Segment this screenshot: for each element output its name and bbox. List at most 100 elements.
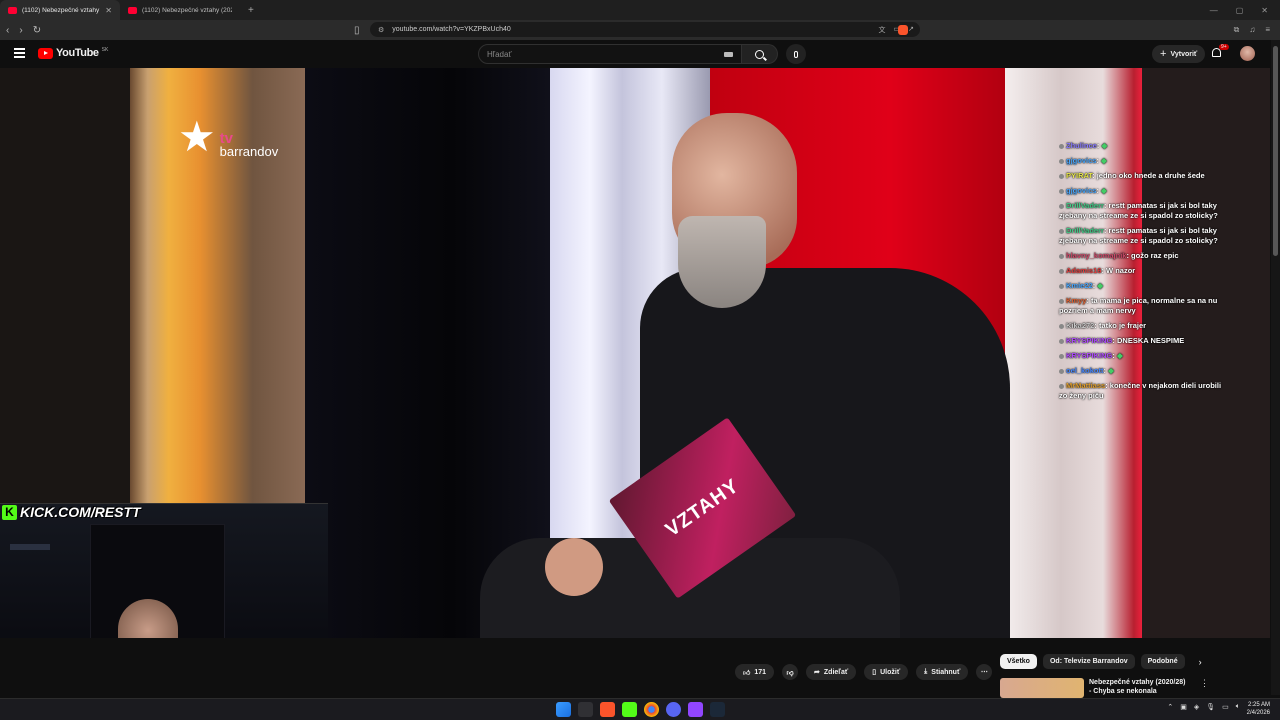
chat-username: PYIRAT xyxy=(1066,171,1093,180)
browser-right-icons: ⧉ ♫ ≡ xyxy=(1234,25,1270,35)
notifications-button[interactable]: 9+ xyxy=(1212,44,1229,58)
thumbs-down-icon: 👎︎ xyxy=(786,669,794,677)
more-vert-icon[interactable]: ⋮ xyxy=(1200,678,1209,698)
create-button[interactable]: + Vytvoriť xyxy=(1152,45,1206,63)
avatar[interactable] xyxy=(1240,46,1255,61)
tray-mic-icon[interactable]: 🎙︎ xyxy=(1206,703,1215,711)
clock-date: 2/4/2026 xyxy=(1246,710,1270,716)
chevron-right-icon[interactable]: › xyxy=(1199,657,1202,667)
more-actions-button[interactable]: ⋯ xyxy=(976,664,993,680)
badge-icon xyxy=(1059,338,1064,344)
chat-message: Kmie22: ◆ xyxy=(1059,281,1229,291)
steam-icon[interactable] xyxy=(710,702,725,717)
voice-search-button[interactable] xyxy=(786,44,806,64)
scrollbar-thumb[interactable] xyxy=(1273,46,1278,256)
tray-display-icon[interactable]: ▭ xyxy=(1222,703,1229,711)
menu-icon[interactable]: ≡ xyxy=(1265,25,1270,35)
badge-icon xyxy=(1059,268,1064,274)
download-button[interactable]: ⤓ Stiahnuť xyxy=(916,664,969,680)
microphone-icon xyxy=(794,50,798,58)
emote-icon: ◆ xyxy=(1117,351,1123,360)
chat-overlay: Zhulince: ◆ gjgovics: ◆ PYIRAT: jedno oko … xyxy=(1059,141,1229,406)
windows-start-icon[interactable] xyxy=(556,702,571,717)
menu-icon[interactable] xyxy=(14,48,25,60)
youtube-favicon-icon xyxy=(128,6,137,14)
chat-message: oel_kokott: ◆ xyxy=(1059,366,1229,376)
minimize-icon[interactable]: — xyxy=(1210,6,1218,15)
media-icon[interactable]: ♫ xyxy=(1249,25,1255,35)
chat-message: KRYSPIKING: ◆ xyxy=(1059,351,1229,361)
chat-username: oel_kokott xyxy=(1066,366,1104,375)
save-button[interactable]: ▯ Uložiť xyxy=(864,664,909,680)
like-button[interactable]: 👍︎ 171 xyxy=(735,664,775,680)
back-icon[interactable]: ‹ xyxy=(6,25,9,36)
chat-username: MrMattiass xyxy=(1066,381,1106,390)
share-button[interactable]: ➦ Zdieľať xyxy=(806,664,857,680)
tray-network-icon[interactable]: ◈ xyxy=(1194,703,1199,711)
page-scrollbar[interactable] xyxy=(1271,40,1280,695)
search-input[interactable]: Hľadať xyxy=(478,44,742,64)
logo-name: barrandov xyxy=(219,144,279,159)
chat-text: W nazor xyxy=(1106,266,1136,275)
extensions-icon[interactable]: ⧉ xyxy=(1234,25,1240,35)
badge-icon xyxy=(1059,158,1064,164)
file-explorer-icon[interactable] xyxy=(578,702,593,717)
site-info-icon[interactable]: ⚙ xyxy=(378,26,384,34)
bookmark-icon[interactable]: ▯ xyxy=(354,25,360,36)
country-code: SK xyxy=(101,47,109,53)
new-tab-icon[interactable]: + xyxy=(240,5,262,16)
maximize-icon[interactable]: ▢ xyxy=(1236,6,1244,15)
youtube-favicon-icon xyxy=(8,6,17,14)
chat-message: Zhulince: ◆ xyxy=(1059,141,1229,151)
chip-all[interactable]: Všetko xyxy=(1000,654,1037,669)
chip-related[interactable]: Podobné xyxy=(1140,654,1185,669)
kick-app-icon[interactable] xyxy=(622,702,637,717)
address-bar[interactable]: ⚙ youtube.com/watch?v=YKZPBxUch40 文 ▭ ↗ xyxy=(370,22,920,37)
emote-icon: ◆ xyxy=(1108,366,1114,375)
chat-username: hlavny_komajnik xyxy=(1066,251,1127,260)
tray-app-icon[interactable]: ▣ xyxy=(1180,703,1187,711)
window-controls: — ▢ ✕ xyxy=(1210,6,1280,15)
recommended-video[interactable]: Nebezpečné vztahy (2020/28) - Chyba se n… xyxy=(1000,678,1209,698)
youtube-header: YouTube SK Hľadať + Vytvoriť 9+ xyxy=(0,40,1280,68)
speaker-icon[interactable]: 🔈︎ xyxy=(1236,703,1240,711)
chip-from-channel[interactable]: Od: Televize Barrandov xyxy=(1042,654,1135,669)
keyboard-icon[interactable] xyxy=(724,51,733,57)
chat-message: gjgovics: ◆ xyxy=(1059,186,1229,196)
emote-icon: ◆ xyxy=(1097,281,1104,290)
webcam-light xyxy=(10,544,50,550)
close-window-icon[interactable]: ✕ xyxy=(1261,6,1268,15)
badge-icon xyxy=(1059,203,1064,209)
dislike-button[interactable]: 👎︎ xyxy=(782,664,799,680)
recommendation-chips: Všetko Od: Televize Barrandov Podobné › xyxy=(1000,654,1202,669)
more-icon: ⋯ xyxy=(980,669,988,676)
chrome-icon[interactable] xyxy=(644,702,659,717)
discord-icon[interactable] xyxy=(666,702,681,717)
twitch-icon[interactable] xyxy=(688,702,703,717)
tray-chevron-icon[interactable]: ⌃ xyxy=(1167,703,1173,711)
video-actions: 👍︎ 171 👎︎ ➦ Zdieľať ▯ Uložiť ⤓ Stiahnuť … xyxy=(735,664,993,680)
plus-icon: + xyxy=(1160,48,1167,60)
share-icon[interactable]: ↗ xyxy=(908,25,914,35)
taskbar-clock[interactable]: 2:25 AM 2/4/2026 xyxy=(1247,701,1270,717)
youtube-logo[interactable]: YouTube SK xyxy=(38,47,108,59)
video-thumbnail[interactable] xyxy=(1000,678,1084,698)
clock-time: 2:25 AM xyxy=(1247,702,1270,708)
close-tab-icon[interactable]: ✕ xyxy=(105,6,112,15)
chat-username: Kmyy xyxy=(1066,296,1087,305)
chat-message: KRYSPIKING: DNESKA NESPIME xyxy=(1059,336,1229,346)
browser-tab-1[interactable]: (1102) Nebezpečné vztahy (2 ✕ xyxy=(0,0,120,20)
forward-icon[interactable]: › xyxy=(19,25,22,36)
brave-browser-icon[interactable] xyxy=(600,702,615,717)
reload-icon[interactable]: ↻ xyxy=(33,25,41,36)
search-button[interactable] xyxy=(742,44,778,64)
search-placeholder: Hľadať xyxy=(487,49,512,59)
translate-icon[interactable]: 文 xyxy=(879,25,886,35)
chat-text: jedno oko hnede a druhe šede xyxy=(1096,171,1205,180)
brave-shield-icon[interactable] xyxy=(898,25,908,35)
recommended-title[interactable]: Nebezpečné vztahy (2020/28) - Chyba se n… xyxy=(1089,678,1189,698)
browser-tab-2[interactable]: (1102) Nebezpečné vztahy (2020/28) xyxy=(120,0,240,20)
system-tray: ⌃ ▣ ◈ 🎙︎ ▭ 🔈︎ xyxy=(1167,703,1240,711)
chat-username: KRYSPIKING xyxy=(1066,336,1113,345)
download-label: Stiahnuť xyxy=(931,668,961,676)
